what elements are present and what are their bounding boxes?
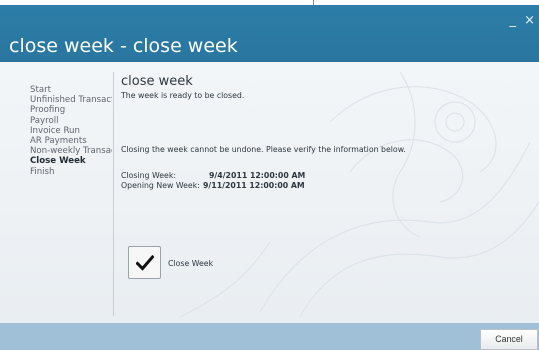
nav-item-finish[interactable]: Finish (30, 167, 112, 177)
close-week-button-label[interactable]: Close Week (168, 259, 213, 268)
close-icon[interactable]: × (524, 13, 537, 28)
nav-item-unfinished-transactions[interactable]: Unfinished Transactions (30, 95, 112, 105)
closing-week-value: 9/4/2011 12:00:00 AM (209, 171, 306, 180)
minimize-icon[interactable]: _ (509, 13, 518, 28)
closing-week-row: Closing Week: 9/4/2011 12:00:00 AM (121, 171, 305, 181)
wizard-window: close week - close week _ × Start Unfini… (0, 5, 539, 350)
warning-message: Closing the week cannot be undone. Pleas… (121, 145, 406, 154)
window-title: close week - close week (9, 35, 238, 57)
nav-item-close-week[interactable]: Close Week (30, 156, 112, 166)
week-info: Closing Week: 9/4/2011 12:00:00 AM Openin… (121, 171, 305, 191)
title-bar[interactable]: close week - close week _ × (0, 5, 539, 62)
nav-item-ar-payments[interactable]: AR Payments (30, 136, 112, 146)
closing-week-label: Closing Week: (121, 171, 176, 180)
opening-week-label: Opening New Week: (121, 181, 200, 190)
window-controls: _ × (509, 13, 537, 28)
ready-message: The week is ready to be closed. (121, 91, 245, 100)
nav-item-proofing[interactable]: Proofing (30, 105, 112, 115)
nav-item-payroll[interactable]: Payroll (30, 116, 112, 126)
nav-item-invoice-run[interactable]: Invoice Run (30, 126, 112, 136)
nav-divider (113, 72, 114, 316)
opening-week-row: Opening New Week: 9/11/2011 12:00:00 AM (121, 181, 305, 191)
step-heading: close week (121, 74, 193, 89)
nav-item-start[interactable]: Start (30, 85, 112, 95)
checkmark-icon (136, 255, 154, 271)
step-content: close week The week is ready to be close… (121, 74, 531, 190)
close-week-button[interactable] (128, 246, 161, 279)
opening-week-value: 9/11/2011 12:00:00 AM (203, 181, 305, 190)
nav-item-non-weekly-transactions[interactable]: Non-weekly Transactions (30, 146, 112, 156)
wizard-body: Start Unfinished Transactions Proofing P… (0, 62, 539, 350)
footer-bar (0, 323, 539, 350)
cancel-button[interactable]: Cancel (480, 329, 538, 350)
wizard-step-list: Start Unfinished Transactions Proofing P… (30, 85, 112, 177)
